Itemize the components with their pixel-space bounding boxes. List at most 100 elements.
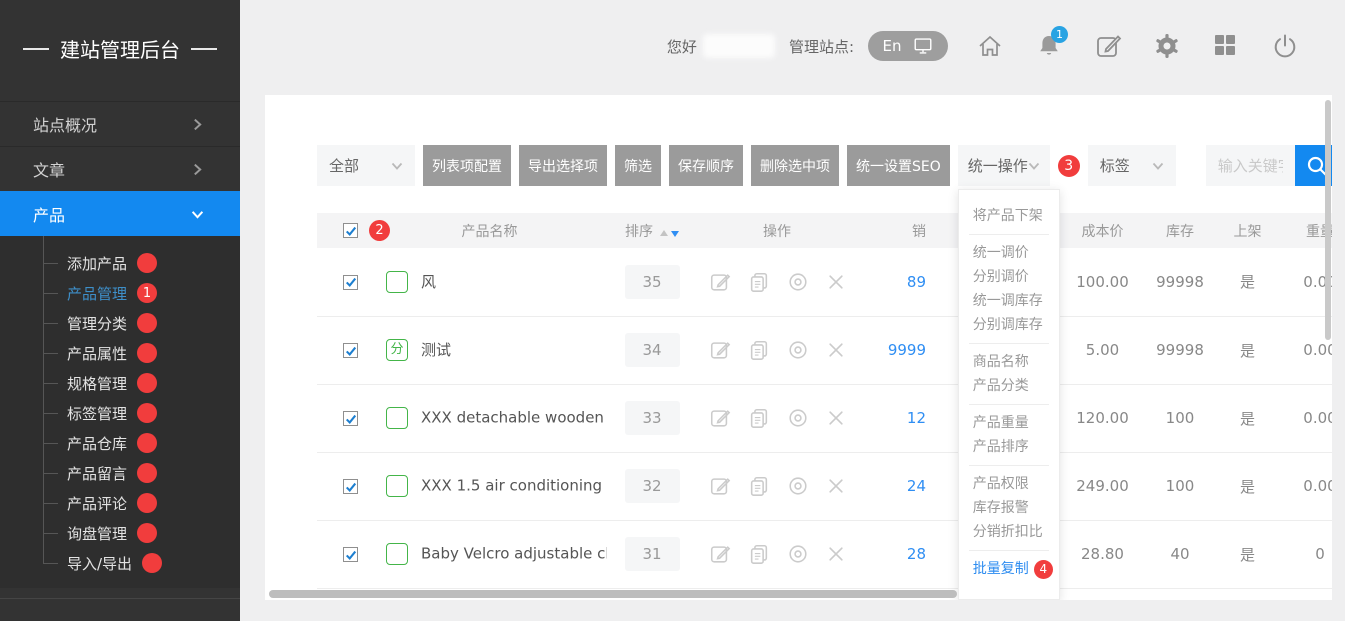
check-icon — [345, 481, 357, 493]
row-checkbox[interactable] — [343, 343, 358, 358]
column-header-stock[interactable]: 库存 — [1145, 213, 1215, 248]
step-badge — [142, 553, 162, 573]
vertical-scrollbar[interactable] — [1325, 100, 1331, 340]
edit-icon[interactable] — [709, 407, 731, 429]
sidebar-menu-item[interactable]: 产品 — [0, 191, 240, 236]
sales-count-link[interactable]: 89 — [907, 273, 926, 291]
toolbar-button[interactable]: 保存顺序 — [669, 145, 743, 186]
sidebar-submenu-item[interactable]: 导入/导出 — [0, 548, 240, 578]
sort-order-input[interactable]: 33 — [625, 401, 680, 435]
dropdown-item[interactable]: 分别调库存 — [969, 313, 1049, 337]
column-header-sort[interactable]: 排序 — [607, 213, 697, 248]
sidebar-submenu-item[interactable]: 管理分类 — [0, 308, 240, 338]
home-icon[interactable] — [976, 32, 1004, 60]
sidebar-submenu-item[interactable]: 产品管理 1 — [0, 278, 240, 308]
sort-asc-icon[interactable] — [660, 230, 668, 236]
delete-icon[interactable] — [826, 544, 846, 564]
dropdown-item[interactable]: 统一调库存 — [969, 289, 1049, 313]
sidebar-submenu-item[interactable]: 产品留言 — [0, 458, 240, 488]
toolbar-button[interactable]: 统一设置SEO — [847, 145, 950, 186]
dropdown-item[interactable]: 产品权限 — [969, 472, 1049, 496]
copy-icon[interactable] — [748, 407, 770, 429]
column-header-name[interactable]: 产品名称 — [372, 213, 607, 248]
sidebar-submenu-item[interactable]: 标签管理 — [0, 398, 240, 428]
sidebar-submenu-item[interactable]: 产品仓库 — [0, 428, 240, 458]
sort-desc-icon[interactable] — [671, 231, 679, 237]
toolbar-button[interactable]: 导出选择项 — [519, 145, 607, 186]
sidebar-submenu-item[interactable]: 添加产品 — [0, 248, 240, 278]
row-checkbox[interactable] — [343, 479, 358, 494]
column-header-listed[interactable]: 上架 — [1215, 213, 1280, 248]
copy-icon[interactable] — [748, 339, 770, 361]
sales-count-link[interactable]: 28 — [907, 545, 926, 563]
sort-order-input[interactable]: 34 — [625, 333, 680, 367]
delete-icon[interactable] — [826, 340, 846, 360]
copy-icon[interactable] — [748, 271, 770, 293]
sidebar-menu-item[interactable]: 文章 — [0, 146, 240, 191]
edit-icon[interactable] — [709, 475, 731, 497]
apps-grid-icon[interactable] — [1212, 32, 1240, 60]
toolbar-button[interactable]: 删除选中项 — [751, 145, 839, 186]
language-switcher[interactable]: En — [868, 31, 948, 61]
toolbar-button[interactable]: 列表项配置 — [423, 145, 511, 186]
batch-operations-dropdown-trigger[interactable]: 统一操作 将产品下架 统一调价 分别调价 统一调库存 分别调库存 商品名称 产品… — [958, 145, 1050, 186]
dropdown-item[interactable]: 商品名称 — [969, 350, 1049, 374]
horizontal-scrollbar[interactable] — [269, 590, 957, 598]
copy-icon[interactable] — [748, 543, 770, 565]
dropdown-item[interactable]: 产品分类 — [969, 374, 1049, 398]
preview-icon[interactable] — [787, 543, 809, 565]
tag-filter-select[interactable]: 标签 — [1088, 145, 1176, 186]
dropdown-item[interactable]: 分销折扣比 — [969, 520, 1049, 544]
copy-icon[interactable] — [748, 475, 770, 497]
sidebar-submenu-label: 产品留言 — [67, 463, 127, 484]
row-checkbox[interactable] — [343, 547, 358, 562]
dropdown-item[interactable]: 库存报警 — [969, 496, 1049, 520]
dropdown-item[interactable]: 将产品下架 — [969, 204, 1049, 228]
sales-count-link[interactable]: 9999 — [888, 341, 926, 359]
notifications-bell-icon[interactable]: 1 — [1035, 32, 1063, 60]
column-header-cost[interactable]: 成本价 — [1060, 213, 1145, 248]
sidebar-submenu-item[interactable]: 询盘管理 — [0, 518, 240, 548]
sort-order-input[interactable]: 35 — [625, 265, 680, 299]
preview-icon[interactable] — [787, 271, 809, 293]
row-checkbox[interactable] — [343, 275, 358, 290]
table-row: 风 35 89 00 100.00 99998 是 0.00 — [317, 248, 1332, 316]
settings-gear-icon[interactable] — [1153, 32, 1181, 60]
row-checkbox[interactable] — [343, 411, 358, 426]
search-input[interactable] — [1206, 145, 1295, 186]
cost-price-cell: 249.00 — [1060, 452, 1145, 520]
sidebar-submenu-item[interactable]: 产品属性 — [0, 338, 240, 368]
category-filter-select[interactable]: 全部 — [317, 145, 415, 186]
column-header-sales[interactable]: 销 — [857, 213, 942, 248]
sidebar-menu-item[interactable]: 站点概况 — [0, 101, 240, 146]
toolbar-button[interactable]: 筛选 — [615, 145, 661, 186]
delete-icon[interactable] — [826, 408, 846, 428]
sidebar-submenu-item[interactable]: 规格管理 — [0, 368, 240, 398]
edit-icon[interactable] — [709, 339, 731, 361]
dropdown-item[interactable]: 批量复制 4 — [969, 557, 1049, 581]
sort-order-input[interactable]: 32 — [625, 469, 680, 503]
edit-icon[interactable] — [709, 271, 731, 293]
delete-icon[interactable] — [826, 476, 846, 496]
select-all-checkbox[interactable] — [343, 223, 358, 238]
sales-count-link[interactable]: 12 — [907, 409, 926, 427]
preview-icon[interactable] — [787, 475, 809, 497]
sidebar-submenu-label: 导入/导出 — [67, 553, 132, 574]
check-icon — [345, 225, 357, 237]
dropdown-item[interactable]: 产品重量 — [969, 411, 1049, 435]
preview-icon[interactable] — [787, 407, 809, 429]
sales-count-link[interactable]: 24 — [907, 477, 926, 495]
sidebar-submenu-item[interactable]: 产品评论 — [0, 488, 240, 518]
dropdown-item[interactable]: 分别调价 — [969, 265, 1049, 289]
dropdown-item[interactable]: 产品排序 — [969, 435, 1049, 459]
sort-order-input[interactable]: 31 — [625, 537, 680, 571]
edit-icon[interactable] — [709, 543, 731, 565]
compose-icon[interactable] — [1094, 32, 1122, 60]
step-badge — [137, 373, 157, 393]
cost-price-cell: 5.00 — [1060, 316, 1145, 384]
preview-icon[interactable] — [787, 339, 809, 361]
listed-cell: 是 — [1215, 316, 1280, 384]
logout-power-icon[interactable] — [1271, 32, 1299, 60]
dropdown-item[interactable]: 统一调价 — [969, 241, 1049, 265]
delete-icon[interactable] — [826, 272, 846, 292]
